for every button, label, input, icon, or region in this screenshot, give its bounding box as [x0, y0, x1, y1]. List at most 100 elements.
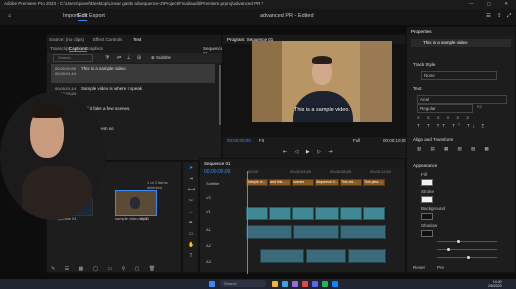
opacity-slider[interactable]: [437, 240, 497, 243]
align-buttons[interactable]: ▥ ▤ ▦ ▧ ▨ ▩: [417, 146, 493, 152]
spotify-icon[interactable]: [322, 281, 328, 287]
timeline-timecode[interactable]: 00;00;00;00: [204, 169, 230, 175]
pen-icon[interactable]: ✒: [188, 220, 194, 226]
razor-icon[interactable]: ✂: [188, 198, 194, 204]
audio-clip[interactable]: [246, 225, 292, 239]
track-label-a1[interactable]: A1: [206, 227, 211, 232]
premiere-icon[interactable]: [292, 281, 298, 287]
merge-icon[interactable]: ⊞: [137, 55, 141, 61]
fit-dropdown[interactable]: Fit: [259, 138, 264, 143]
video-clip[interactable]: [269, 207, 291, 220]
caption-text[interactable]: This is a sample video.: [81, 66, 127, 71]
discord-icon[interactable]: [312, 281, 318, 287]
track-label-a2[interactable]: A2: [206, 243, 211, 248]
edge-icon[interactable]: [282, 281, 288, 287]
audio-clip[interactable]: [340, 225, 386, 239]
distance-slider[interactable]: [437, 248, 497, 251]
video-clip-thumbnail[interactable]: [115, 190, 157, 216]
tab-text[interactable]: Text: [133, 37, 141, 42]
caption-item[interactable]: 00;00;00;00 00;00;01;14 This is a sample …: [51, 64, 215, 83]
preset-label[interactable]: Pre: [437, 265, 444, 270]
caption-search-input[interactable]: Search: [53, 54, 93, 62]
taskbar-search[interactable]: Search: [220, 280, 266, 287]
filter-icon[interactable]: ⧩: [105, 55, 109, 61]
project-panel-footer-icons[interactable]: ✎ ☰ ▦ ◯ ▭ ⚲ ▢ 🗑: [51, 266, 159, 272]
fullscreen-icon[interactable]: ⤢: [507, 13, 511, 20]
file-explorer-icon[interactable]: [272, 281, 278, 287]
caption-clip[interactable]: This vid…: [340, 179, 362, 186]
tab-properties[interactable]: Properties: [411, 29, 432, 34]
playhead[interactable]: [247, 171, 248, 274]
selection-tool-icon[interactable]: ➤: [188, 165, 194, 171]
video-clip[interactable]: [315, 207, 339, 220]
caption-clip[interactable]: This plea…: [363, 179, 385, 186]
audio-clip[interactable]: [260, 249, 304, 263]
caption-clip[interactable]: scenes: [292, 179, 314, 186]
properties-tabs: Properties: [407, 27, 515, 36]
split-icon[interactable]: ⟂: [127, 55, 130, 61]
stroke-color-swatch[interactable]: [421, 196, 433, 203]
windows-start-icon[interactable]: [209, 281, 215, 287]
video-clip[interactable]: [363, 207, 385, 220]
track-label-v2[interactable]: V2: [206, 195, 211, 200]
fill-label: Fill: [421, 172, 427, 177]
tab-effect-controls[interactable]: Effect Controls: [93, 37, 122, 42]
replace-icon[interactable]: ⇄: [117, 55, 121, 61]
track-style-heading: Track Style: [413, 62, 436, 67]
text-align-buttons[interactable]: ≡ ≡ ≡ ≡ ≡ ≡: [417, 115, 472, 120]
track-label-v1[interactable]: V1: [206, 209, 211, 214]
caption-clip[interactable]: and this…: [269, 179, 291, 186]
rectangle-icon[interactable]: ▭: [188, 231, 194, 237]
slip-icon[interactable]: ↔: [188, 209, 194, 215]
caption-overlay: This is a sample video.: [294, 107, 350, 113]
timeline-panel: Sequence 01 00;00;00;00 00;00 00;00;04;0…: [199, 158, 406, 274]
video-clip[interactable]: [246, 207, 268, 220]
tab-import[interactable]: Import: [63, 13, 79, 19]
font-style-dropdown[interactable]: Regular: [417, 104, 473, 113]
background-color-swatch[interactable]: [421, 213, 433, 220]
share-icon[interactable]: ⇪: [497, 13, 502, 19]
font-size-value[interactable]: 62: [477, 104, 482, 109]
transport-controls[interactable]: ⇤ ◁ ▶ ▷ ⇥: [283, 149, 335, 155]
caption-clip[interactable]: Sequence 0…: [315, 179, 339, 186]
track-style-dropdown[interactable]: None: [421, 71, 497, 80]
subtitle-button[interactable]: ⊕ Subtitle: [151, 55, 171, 61]
tab-edit[interactable]: Edit: [78, 13, 88, 21]
stroke-label: Stroke: [421, 189, 435, 194]
window-controls[interactable]: — ▢ ✕: [469, 1, 514, 7]
text-format-buttons[interactable]: T T TT Tᵀ T₁ T̲: [417, 123, 487, 128]
chrome-icon[interactable]: [302, 281, 308, 287]
tab-source[interactable]: Source: (no clips): [49, 37, 84, 42]
program-timecode[interactable]: 00;00;00;00: [227, 138, 251, 143]
shadow-color-swatch[interactable]: [421, 230, 433, 237]
audio-clip[interactable]: [348, 249, 386, 263]
reset-label[interactable]: Reset: [413, 265, 425, 270]
video-clip-duration: 10;00: [139, 216, 150, 221]
audio-clip[interactable]: [306, 249, 346, 263]
photoshop-icon[interactable]: [332, 281, 338, 287]
font-dropdown[interactable]: Arial: [417, 95, 507, 104]
tab-export[interactable]: Export: [89, 13, 105, 19]
video-clip[interactable]: [340, 207, 362, 220]
tab-sequence[interactable]: Sequence 01: [204, 161, 231, 166]
webcam-hair: [30, 104, 64, 118]
type-tool-icon[interactable]: T: [188, 253, 194, 259]
fill-color-swatch[interactable]: [421, 179, 433, 186]
size-slider[interactable]: [437, 256, 497, 259]
track-select-icon[interactable]: ⇥: [188, 176, 194, 182]
subtab-graphics[interactable]: Graphics: [85, 46, 103, 51]
workspaces-icon[interactable]: ☰: [486, 13, 491, 19]
video-clip[interactable]: [292, 207, 314, 220]
audio-clip[interactable]: [293, 225, 339, 239]
ruler-mark: 00;00;12;00: [370, 169, 392, 174]
captions-scrollbar[interactable]: [219, 65, 221, 125]
track-label-subtitle[interactable]: Subtitle: [206, 181, 219, 186]
ripple-edit-icon[interactable]: ⟷: [188, 187, 195, 193]
home-icon[interactable]: ⌂: [8, 13, 11, 19]
hand-icon[interactable]: ✋: [188, 242, 194, 248]
caption-clip[interactable]: Sample vi…: [246, 179, 268, 186]
subtab-transcript[interactable]: Transcript: [50, 46, 70, 51]
track-label-a3[interactable]: A3: [206, 259, 211, 264]
caption-text[interactable]: Sample video is where I speak: [81, 86, 142, 91]
quality-dropdown[interactable]: Full: [353, 138, 360, 143]
